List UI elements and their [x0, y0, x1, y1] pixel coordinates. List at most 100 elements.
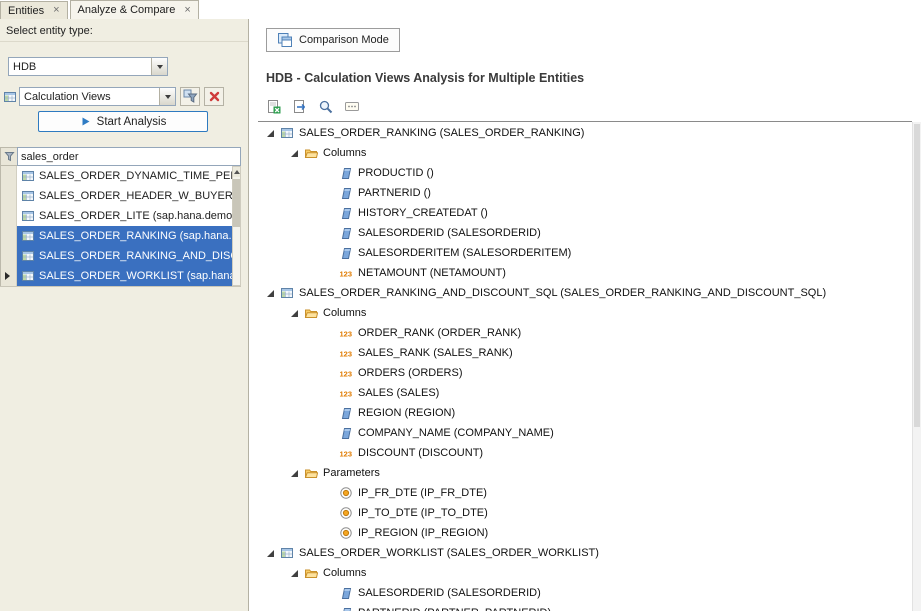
analyze-compare-window: Entities × Analyze & Compare × Select en…: [0, 0, 921, 611]
expand-arrow-icon[interactable]: [266, 129, 279, 138]
chevron-down-icon[interactable]: [151, 58, 167, 75]
calc-view-icon: [20, 189, 36, 203]
tree-node-label: SALESORDERITEM (SALESORDERITEM): [358, 247, 571, 259]
list-item[interactable]: SALES_ORDER_RANKING_AND_DISC: [0, 246, 241, 266]
tree-node[interactable]: 123 ORDER_RANK (ORDER_RANK): [250, 323, 912, 343]
tree-node[interactable]: Columns: [250, 303, 912, 323]
tree-node[interactable]: 123 SALES (SALES): [250, 383, 912, 403]
svg-text:123: 123: [340, 330, 353, 339]
tree-node[interactable]: IP_TO_DTE (IP_TO_DTE): [250, 503, 912, 523]
tree-node[interactable]: SALESORDERID (SALESORDERID): [250, 223, 912, 243]
tree-node[interactable]: SALESORDERITEM (SALESORDERITEM): [250, 243, 912, 263]
entity-name-cell[interactable]: SALES_ORDER_WORKLIST (sap.hana: [17, 266, 241, 286]
separator: [0, 41, 248, 42]
filter-row: [0, 147, 241, 166]
tree-node[interactable]: PARTNERID (): [250, 183, 912, 203]
entity-name-cell[interactable]: SALES_ORDER_RANKING (sap.hana.: [17, 226, 241, 246]
tree-node-label: ORDER_RANK (ORDER_RANK): [358, 327, 521, 339]
tree-scrollbar[interactable]: [912, 122, 921, 611]
expand-arrow-icon[interactable]: [290, 149, 303, 158]
parameter-icon: [338, 526, 354, 540]
tree-node-label: ORDERS (ORDERS): [358, 367, 463, 379]
tree-node-label: Parameters: [323, 467, 380, 479]
tab-analyze-compare[interactable]: Analyze & Compare ×: [70, 0, 199, 19]
row-indicator: [0, 226, 17, 246]
entity-list-scrollbar[interactable]: [232, 166, 241, 286]
attribute-icon: [338, 227, 354, 240]
tree-node[interactable]: SALES_ORDER_WORKLIST (SALES_ORDER_WORKLI…: [250, 543, 912, 563]
tree-node[interactable]: Columns: [250, 143, 912, 163]
tree-node[interactable]: HISTORY_CREATEDAT (): [250, 203, 912, 223]
list-item[interactable]: SALES_ORDER_HEADER_W_BUYER (: [0, 186, 241, 206]
list-item[interactable]: SALES_ORDER_RANKING (sap.hana.: [0, 226, 241, 246]
tree-node[interactable]: REGION (REGION): [250, 403, 912, 423]
entity-name-cell[interactable]: SALES_ORDER_RANKING_AND_DISC: [17, 246, 241, 266]
close-icon[interactable]: ×: [184, 5, 190, 16]
folder-icon: [303, 146, 319, 160]
tree-node[interactable]: IP_FR_DTE (IP_FR_DTE): [250, 483, 912, 503]
tree-node-label: SALES_ORDER_WORKLIST (SALES_ORDER_WORKLI…: [299, 547, 599, 559]
entity-name-cell[interactable]: SALES_ORDER_DYNAMIC_TIME_PER: [17, 166, 241, 186]
entity-type-row: Calculation Views: [3, 87, 245, 106]
export-button[interactable]: [289, 97, 310, 117]
scrollbar-thumb[interactable]: [233, 179, 240, 227]
tree-node[interactable]: PARTNERID (PARTNER_PARTNERID): [250, 603, 912, 611]
list-item[interactable]: SALES_ORDER_LITE (sap.hana.demo: [0, 206, 241, 226]
tree-node[interactable]: Parameters: [250, 463, 912, 483]
expand-arrow-icon[interactable]: [266, 289, 279, 298]
entity-grid: SALES_ORDER_DYNAMIC_TIME_PERSALES_ORDER_…: [0, 147, 241, 287]
list-item[interactable]: SALES_ORDER_WORKLIST (sap.hana: [0, 266, 241, 286]
comparison-mode-label: Comparison Mode: [299, 34, 389, 46]
filter-editor-button[interactable]: [180, 87, 200, 106]
tree-node[interactable]: SALESORDERID (SALESORDERID): [250, 583, 912, 603]
expand-arrow-icon[interactable]: [290, 569, 303, 578]
tree-node[interactable]: PRODUCTID (): [250, 163, 912, 183]
attribute-icon: [338, 587, 354, 600]
list-item[interactable]: SALES_ORDER_DYNAMIC_TIME_PER: [0, 166, 241, 186]
entity-name: SALES_ORDER_LITE (sap.hana.demo: [39, 210, 232, 222]
zoom-button[interactable]: [315, 97, 336, 117]
start-analysis-button[interactable]: Start Analysis: [38, 111, 208, 132]
folder-icon: [303, 566, 319, 580]
tree-node[interactable]: IP_REGION (IP_REGION): [250, 523, 912, 543]
expand-arrow-icon[interactable]: [290, 309, 303, 318]
attribute-icon: [338, 247, 354, 260]
tree-node-label: PARTNERID (PARTNER_PARTNERID): [358, 607, 551, 611]
funnel-icon: [4, 151, 15, 162]
row-indicator: [0, 186, 17, 206]
system-dropdown[interactable]: HDB: [8, 57, 168, 76]
entity-name-cell[interactable]: SALES_ORDER_HEADER_W_BUYER (: [17, 186, 241, 206]
tree-node-label: SALES (SALES): [358, 387, 439, 399]
scroll-up-icon[interactable]: [233, 167, 240, 177]
tree-node[interactable]: SALES_ORDER_RANKING_AND_DISCOUNT_SQL (SA…: [250, 283, 912, 303]
calc-view-icon: [20, 169, 36, 183]
tree-node[interactable]: COMPANY_NAME (COMPANY_NAME): [250, 423, 912, 443]
clear-filter-button[interactable]: [204, 87, 224, 106]
expand-arrow-icon[interactable]: [266, 549, 279, 558]
tree-node[interactable]: SALES_ORDER_RANKING (SALES_ORDER_RANKING…: [250, 123, 912, 143]
tree-node[interactable]: 123SALES_RANK (SALES_RANK): [250, 343, 912, 363]
tree-node-label: SALESORDERID (SALESORDERID): [358, 587, 541, 599]
analysis-tree: SALES_ORDER_RANKING (SALES_ORDER_RANKING…: [250, 123, 912, 611]
folder-icon: [303, 306, 319, 320]
tree-node[interactable]: 123ORDERS (ORDERS): [250, 363, 912, 383]
attribute-icon: [338, 407, 354, 420]
export-excel-button[interactable]: [263, 97, 284, 117]
chevron-down-icon[interactable]: [159, 88, 175, 105]
comment-button[interactable]: [341, 97, 362, 117]
tab-entities[interactable]: Entities ×: [0, 1, 68, 19]
tree-node-label: NETAMOUNT (NETAMOUNT): [358, 267, 506, 279]
close-icon[interactable]: ×: [53, 5, 59, 16]
tree-node[interactable]: 123 NETAMOUNT (NETAMOUNT): [250, 263, 912, 283]
expand-arrow-icon[interactable]: [290, 469, 303, 478]
tree-node[interactable]: Columns: [250, 563, 912, 583]
entity-type-dropdown[interactable]: Calculation Views: [19, 87, 176, 106]
entity-name-cell[interactable]: SALES_ORDER_LITE (sap.hana.demo: [17, 206, 241, 226]
tree-node[interactable]: 123DISCOUNT (DISCOUNT): [250, 443, 912, 463]
comparison-mode-button[interactable]: Comparison Mode: [266, 28, 400, 52]
tree-node-label: IP_REGION (IP_REGION): [358, 527, 488, 539]
svg-text:123: 123: [340, 270, 353, 279]
entity-filter-input[interactable]: [17, 147, 241, 166]
svg-text:123: 123: [340, 390, 353, 399]
scrollbar-thumb[interactable]: [914, 124, 920, 427]
